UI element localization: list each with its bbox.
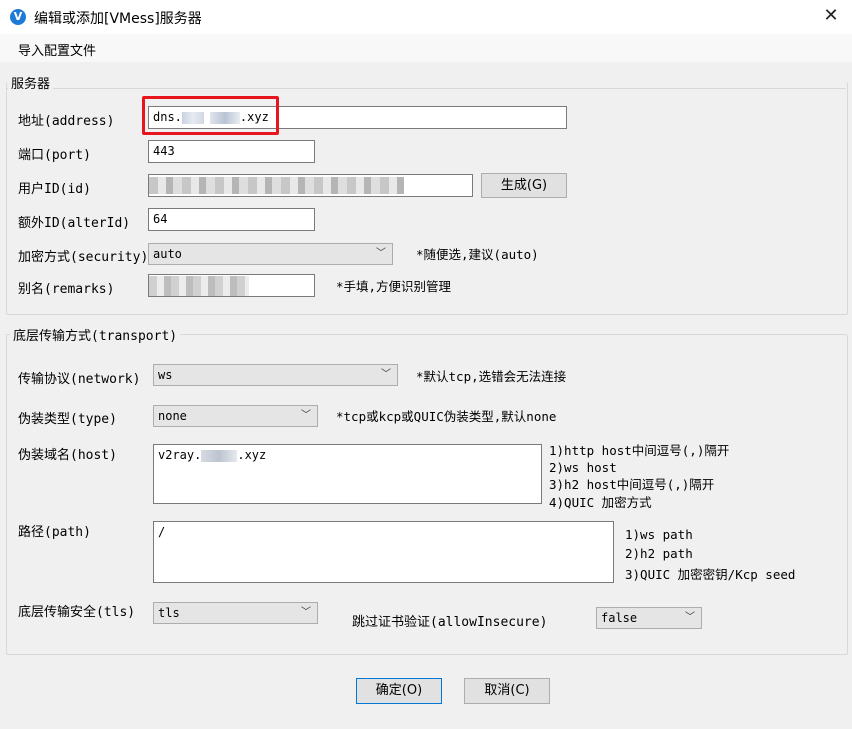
security-value: auto [153, 247, 182, 261]
security-label: 加密方式(security) [18, 250, 149, 265]
chevron-down-icon: ﹀ [301, 607, 311, 618]
host-value-prefix: v2ray. [158, 448, 202, 462]
chevron-down-icon: ﹀ [376, 248, 386, 259]
host-hint-4: 4)QUIC 加密方式 [549, 495, 652, 510]
transport-group-legend: 底层传输方式(transport) [10, 325, 181, 344]
security-hint: *随便选,建议(auto) [416, 247, 539, 262]
window-title: 编辑或添加[VMess]服务器 [34, 11, 202, 27]
allow-insecure-value: false [601, 611, 638, 625]
menu-bar [0, 34, 852, 62]
type-select[interactable]: none ﹀ [153, 405, 318, 427]
path-textarea[interactable]: / [153, 521, 614, 583]
generate-button[interactable]: 生成(G) [481, 173, 567, 198]
redacted-userid [149, 177, 404, 194]
host-hint-3: 3)h2 host中间逗号(,)隔开 [549, 477, 715, 492]
close-icon[interactable]: ✕ [818, 4, 844, 28]
tls-label: 底层传输安全(tls) [18, 605, 136, 620]
port-input[interactable]: 443 [148, 140, 315, 163]
highlight-box [142, 96, 279, 135]
ok-button[interactable]: 确定(O) [356, 678, 442, 704]
redacted-block [201, 449, 238, 462]
remarks-input[interactable] [148, 274, 315, 297]
chevron-down-icon: ﹀ [685, 612, 695, 623]
cancel-button[interactable]: 取消(C) [464, 678, 550, 704]
type-label: 伪装类型(type) [18, 412, 117, 427]
userid-label: 用户ID(id) [18, 182, 91, 197]
chevron-down-icon: ﹀ [301, 410, 311, 421]
tls-value: tls [158, 606, 180, 620]
host-hint-2: 2)ws host [549, 460, 617, 475]
redacted-remarks [149, 276, 249, 296]
network-select[interactable]: ws ﹀ [153, 364, 398, 386]
address-label: 地址(address) [18, 114, 115, 129]
host-hint-1: 1)http host中间逗号(,)隔开 [549, 443, 730, 458]
port-label: 端口(port) [18, 148, 91, 163]
path-hint-3: 3)QUIC 加密密钥/Kcp seed [625, 567, 796, 582]
host-value-suffix: .xyz [237, 448, 267, 462]
allow-insecure-label: 跳过证书验证(allowInsecure) [352, 615, 548, 630]
type-value: none [158, 409, 187, 423]
userid-input[interactable] [148, 174, 473, 197]
menu-import-config[interactable]: 导入配置文件 [18, 40, 96, 59]
tls-select[interactable]: tls ﹀ [153, 602, 318, 624]
host-textarea[interactable]: v2ray. .xyz [153, 444, 542, 504]
alterid-label: 额外ID(alterId) [18, 216, 131, 231]
path-hint-1: 1)ws path [625, 527, 693, 542]
type-hint: *tcp或kcp或QUIC伪装类型,默认none [336, 409, 557, 424]
app-logo-icon: V [10, 9, 26, 25]
remarks-label: 别名(remarks) [18, 282, 115, 297]
security-select[interactable]: auto ﹀ [148, 243, 393, 265]
host-label: 伪装域名(host) [18, 448, 117, 463]
network-hint: *默认tcp,选错会无法连接 [416, 369, 567, 384]
allow-insecure-select[interactable]: false ﹀ [596, 607, 702, 629]
chevron-down-icon: ﹀ [381, 369, 391, 380]
alterid-input[interactable]: 64 [148, 208, 315, 231]
path-label: 路径(path) [18, 525, 91, 540]
network-value: ws [158, 368, 173, 382]
path-hint-2: 2)h2 path [625, 546, 693, 561]
server-group-legend: 服务器 [8, 73, 54, 92]
network-label: 传输协议(network) [18, 372, 141, 387]
remarks-hint: *手填,方便识别管理 [336, 279, 452, 294]
